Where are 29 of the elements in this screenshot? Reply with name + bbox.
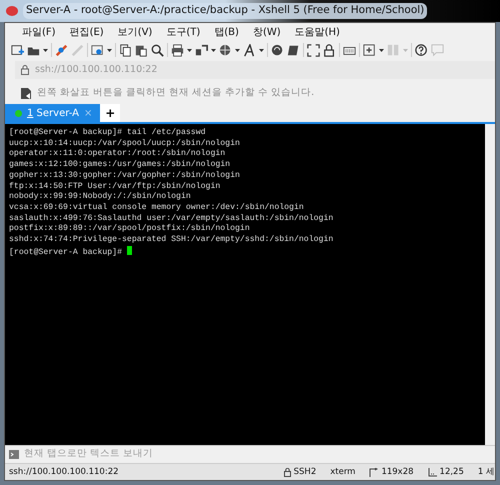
terminal-line: nobody:x:99:99:Nobody:/:/sbin/nologin xyxy=(9,192,191,203)
new-tab-button[interactable]: + xyxy=(100,104,120,122)
terminal-line: games:x:12:100:games:/usr/games:/sbin/nologin xyxy=(9,160,230,171)
terminal-line: operator:x:11:0:operator:/root:/sbin/nologin xyxy=(9,149,226,160)
protocol-label: SSH2 xyxy=(294,466,316,478)
status-address: ssh://100.100.100.110:22 xyxy=(9,466,120,478)
hint-text: 왼쪽 화살표 버튼을 클릭하면 현재 세션을 추가할 수 있습니다. xyxy=(37,86,314,100)
terminal-size: 119x28 xyxy=(381,466,414,478)
window-title: Server-A - root@Server-A:/practice/backup - Xshell 5 (Free for Home/School) xyxy=(23,3,428,19)
menu-item[interactable]: 창(W) xyxy=(246,24,288,40)
terminal-line: postfix:x:89:89::/var/spool/postfix:/sbin/nologin xyxy=(9,224,250,235)
terminal-line: [root@Server-A backup]# tail /etc/passwd xyxy=(9,128,206,139)
terminal-line: uucp:x:10:14:uucp:/var/spool/uucp:/sbin/nologin xyxy=(9,138,240,149)
session-count: 1 세 xyxy=(478,466,495,478)
menu-item[interactable]: 보기(V) xyxy=(110,24,160,40)
menu-item[interactable]: 도구(T) xyxy=(159,24,208,40)
terminal-line: ftp:x:14:50:FTP User:/var/ftp:/sbin/nologin xyxy=(9,182,220,192)
terminal-line: vcsa:x:69:69:virtual console memory owner:/dev:/sbin/nologin xyxy=(9,202,304,214)
terminal-type: xterm xyxy=(330,466,356,478)
menu-item[interactable]: 탭(B) xyxy=(207,24,246,40)
terminal-line: sshd:x:74:74:Privilege-separated SSH:/var/empty/sshd:/sbin/nologin xyxy=(9,235,334,246)
terminal-line: [root@Server-A backup]# xyxy=(9,248,124,258)
session-tab[interactable]: 1 Server-A × xyxy=(5,104,100,122)
terminal-line: saslauth:x:499:76:Saslauthd user:/var/empty/saslauth:/sbin/nologin xyxy=(9,214,334,224)
cursor-position: 12,25 xyxy=(440,466,464,478)
menu-item[interactable]: 도움말(H) xyxy=(288,24,347,40)
menu-item[interactable]: 파일(F) xyxy=(15,24,63,40)
terminal-line: gopher:x:13:30:gopher:/var/gopher:/sbin/nologin xyxy=(9,170,240,182)
menu-item[interactable]: 편집(E) xyxy=(62,24,111,40)
